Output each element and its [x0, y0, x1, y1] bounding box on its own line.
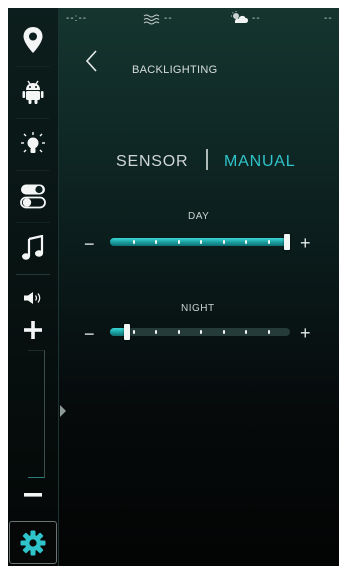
slider-tick [245, 330, 247, 334]
night-increase-button[interactable]: + [300, 324, 311, 342]
status-bar: --:-- -- -- -- [58, 8, 339, 30]
day-slider-fill [110, 238, 287, 246]
slider-tick [223, 240, 225, 244]
clock: --:-- [66, 13, 88, 24]
volume-slider[interactable] [28, 350, 45, 478]
slider-tick [155, 240, 157, 244]
volume-down-button[interactable] [8, 480, 58, 510]
slider-tick [133, 240, 135, 244]
mode-manual-button[interactable]: MANUAL [224, 153, 295, 171]
slider-tick [155, 330, 157, 334]
settings-button[interactable] [9, 521, 57, 564]
light-bulb-icon [21, 132, 45, 153]
night-slider-label: NIGHT [181, 303, 215, 314]
day-increase-button[interactable]: + [300, 234, 311, 252]
gear-icon [20, 530, 46, 555]
slider-tick [200, 330, 202, 334]
mode-sensor-button[interactable]: SENSOR [116, 153, 188, 171]
music-note-icon [22, 235, 44, 260]
sidebar-item-lighting[interactable] [8, 118, 58, 170]
sidebar-item-music[interactable] [8, 222, 58, 274]
sidebar-item-navigation[interactable] [8, 14, 58, 66]
volume-indicator [8, 280, 58, 316]
slider-tick [245, 240, 247, 244]
page-title: BACKLIGHTING [132, 64, 218, 76]
day-decrease-button[interactable]: − [84, 235, 95, 253]
slider-tick [133, 330, 135, 334]
plus-icon [24, 321, 42, 339]
day-slider[interactable] [110, 234, 290, 250]
android-icon [22, 80, 44, 104]
slider-tick [268, 330, 270, 334]
back-button[interactable] [82, 48, 104, 74]
slider-tick [268, 240, 270, 244]
slider-tick [178, 240, 180, 244]
sidebar-item-android[interactable] [8, 66, 58, 118]
speaker-icon [24, 292, 41, 304]
sidebar [8, 8, 59, 566]
slider-tick [200, 240, 202, 244]
slider-tick [178, 330, 180, 334]
day-slider-handle[interactable] [284, 234, 290, 250]
screen: --:-- -- -- -- BACKLIGHTING SENSOR MANUA… [8, 8, 339, 566]
mode-divider [206, 149, 208, 170]
weather-value: -- [252, 13, 261, 24]
toggle-switches-icon [20, 184, 46, 209]
status-right-value: -- [324, 13, 333, 24]
weather-icon [229, 11, 249, 29]
day-slider-label: DAY [188, 211, 210, 222]
sidebar-item-switches[interactable] [8, 170, 58, 222]
volume-expand-arrow-icon[interactable] [60, 405, 66, 417]
volume-up-button[interactable] [8, 312, 58, 348]
night-slider-handle[interactable] [124, 324, 130, 340]
water-temperature-icon [143, 12, 161, 30]
chevron-left-icon [85, 50, 97, 72]
night-decrease-button[interactable]: − [84, 325, 95, 343]
sidebar-divider [16, 274, 50, 275]
minus-icon [24, 493, 42, 497]
slider-tick [223, 330, 225, 334]
location-pin-icon [23, 27, 43, 53]
water-temperature-value: -- [164, 13, 173, 24]
night-slider[interactable] [110, 324, 290, 340]
